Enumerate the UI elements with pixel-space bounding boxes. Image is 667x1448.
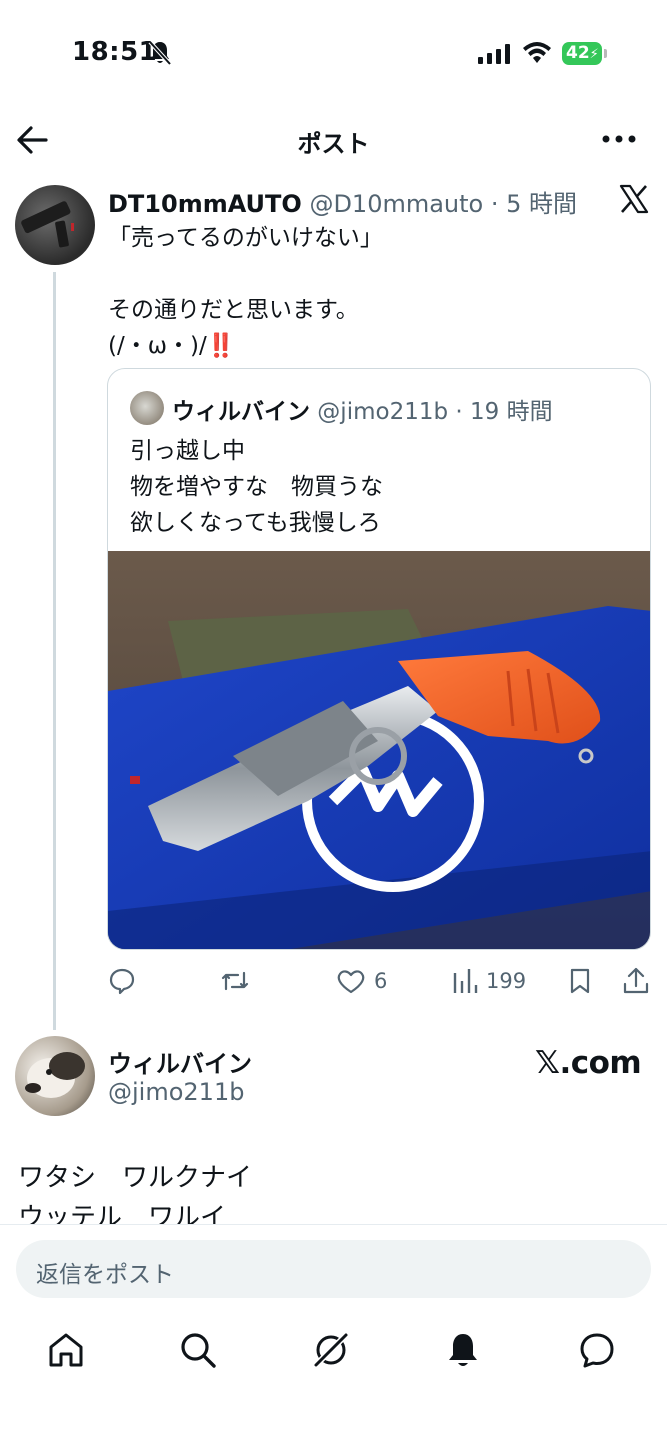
bookmark-icon[interactable] [568,967,592,995]
author-name[interactable]: DT10mmAUTO [108,190,302,218]
quoted-author-avatar [130,391,164,425]
x-com-brand: 𝕏.com [535,1045,642,1081]
header: ポスト [0,110,667,170]
more-options-icon[interactable] [600,124,640,154]
reply-author-avatar[interactable] [15,1036,95,1116]
tweet-text: 「売ってるのがいけない」 その通りだと思います。 (/・ω・)/‼️ [108,220,648,364]
quoted-author-name: ウィルバイン [172,399,310,425]
quoted-author-handle-time: @jimo211b · 19 時間 [310,399,553,425]
page-title: ポスト [297,130,370,158]
messages-icon[interactable] [577,1330,617,1370]
status-bar: 18:51 42⚡ [0,0,667,100]
cellular-signal-icon [478,44,510,64]
avatar-image [21,201,74,248]
status-time: 18:51 [72,37,158,67]
battery-indicator: 42⚡ [562,42,608,65]
repost-button[interactable] [220,964,250,998]
views-count: 199 [486,969,527,993]
like-count: 6 [374,969,388,993]
wifi-icon [523,42,551,63]
views-chart-icon [453,969,478,993]
author-handle-time: @D10mmauto · 5 時間 [301,190,578,218]
author-avatar[interactable] [15,185,95,265]
reply-button[interactable] [108,964,136,998]
compose-placeholder: 返信をポスト [36,1262,174,1288]
heart-icon [337,970,365,994]
x-logo-icon [619,184,649,214]
reply-icon [109,968,135,995]
reply-author-name[interactable]: ウィルバイン [108,1044,252,1079]
bell-off-icon [148,40,172,66]
tweet-actions: 6 199 [108,964,653,998]
quoted-tweet-text: 引っ越し中 物を増やすな 物買うな 欲しくなっても我慢しろ [130,438,383,536]
reply-text: ワタシ ワルクナイ ウッテル ワルイ [18,1163,253,1224]
dog-photo [25,1052,85,1098]
reply-author-handle[interactable]: @jimo211b [108,1078,244,1106]
home-icon[interactable] [46,1330,86,1370]
tweet-author-line[interactable]: DT10mmAUTO @D10mmauto · 5 時間 [108,184,577,219]
notifications-icon[interactable] [443,1330,483,1370]
double-exclamation-emoji: ‼️ [206,333,236,359]
grok-icon[interactable] [311,1330,351,1370]
search-icon[interactable] [178,1330,218,1370]
thread-connector [53,272,56,1030]
share-icon[interactable] [622,966,650,996]
quoted-tweet-photo[interactable] [108,551,651,950]
views-button[interactable]: 199 [452,964,526,998]
reply-compose-field[interactable]: 返信をポスト [16,1240,651,1298]
tweet-body: 「売ってるのがいけない」 その通りだと思います。 (/・ω・)/ [108,225,383,359]
quoted-tweet-card[interactable]: ウィルバイン @jimo211b · 19 時間 引っ越し中 物を増やすな 物買… [107,368,651,950]
battery-level: 42 [566,43,590,63]
like-button[interactable]: 6 [336,964,387,998]
quoted-author-line: ウィルバイン @jimo211b · 19 時間 [172,392,553,426]
repost-icon [221,971,249,991]
